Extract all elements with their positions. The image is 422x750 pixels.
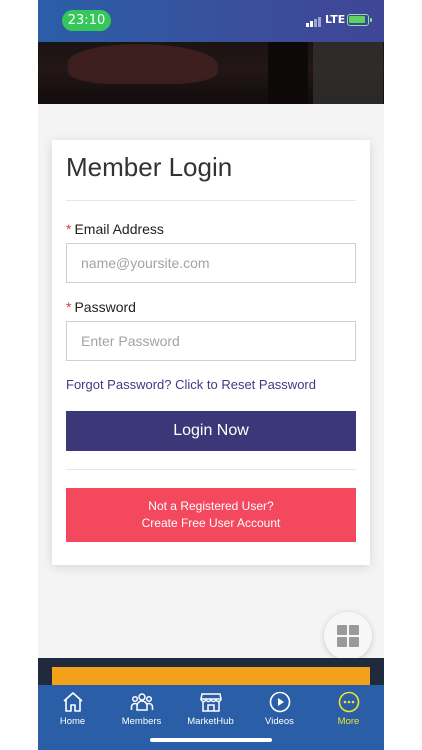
more-icon	[338, 691, 360, 713]
divider	[66, 469, 356, 470]
nav-markethub[interactable]: MarketHub	[176, 685, 245, 735]
password-label: * Password	[66, 299, 136, 315]
store-icon	[200, 693, 222, 712]
nav-label: Home	[59, 716, 86, 727]
required-marker: *	[66, 299, 72, 315]
app-screen: 23:10 LTE Member Login *Email Address *P…	[38, 0, 384, 750]
status-time: 23:10	[62, 10, 111, 31]
home-indicator	[150, 738, 272, 742]
status-bar: 23:10 LTE	[38, 0, 384, 42]
hero-image	[38, 42, 384, 104]
page-title: Member Login	[66, 152, 233, 182]
login-card: Member Login *Email Address *Password Fo…	[52, 140, 370, 565]
password-field[interactable]	[66, 321, 356, 361]
forgot-password-link[interactable]: Forgot Password? Click to Reset Password	[66, 377, 316, 392]
nav-label: Members	[121, 716, 162, 727]
register-line-2: Create Free User Account	[141, 516, 281, 530]
grid-menu-button[interactable]	[324, 612, 372, 660]
nav-home[interactable]: Home	[38, 685, 107, 735]
register-line-1: Not a Registered User?	[148, 499, 274, 513]
nav-label: Videos	[265, 716, 294, 727]
play-icon	[269, 691, 291, 713]
battery-icon	[347, 14, 372, 26]
nav-label: MarketHub	[187, 716, 234, 727]
signal-icon	[306, 17, 322, 27]
nav-label: More	[337, 716, 360, 727]
bottom-nav: Home Members MarketHub Videos More	[38, 685, 384, 750]
home-icon	[63, 692, 83, 712]
divider	[66, 200, 356, 201]
nav-more[interactable]: More	[314, 685, 383, 735]
network-type: LTE	[325, 13, 346, 26]
email-label: * Email Address	[66, 221, 164, 237]
register-button[interactable]: Not a Registered User? Create Free User …	[66, 488, 356, 542]
email-field[interactable]	[66, 243, 356, 283]
required-marker: *	[66, 221, 72, 237]
login-button[interactable]: Login Now	[66, 411, 356, 451]
members-icon	[130, 693, 154, 711]
grid-icon	[337, 625, 347, 635]
nav-videos[interactable]: Videos	[245, 685, 314, 735]
nav-members[interactable]: Members	[107, 685, 176, 735]
